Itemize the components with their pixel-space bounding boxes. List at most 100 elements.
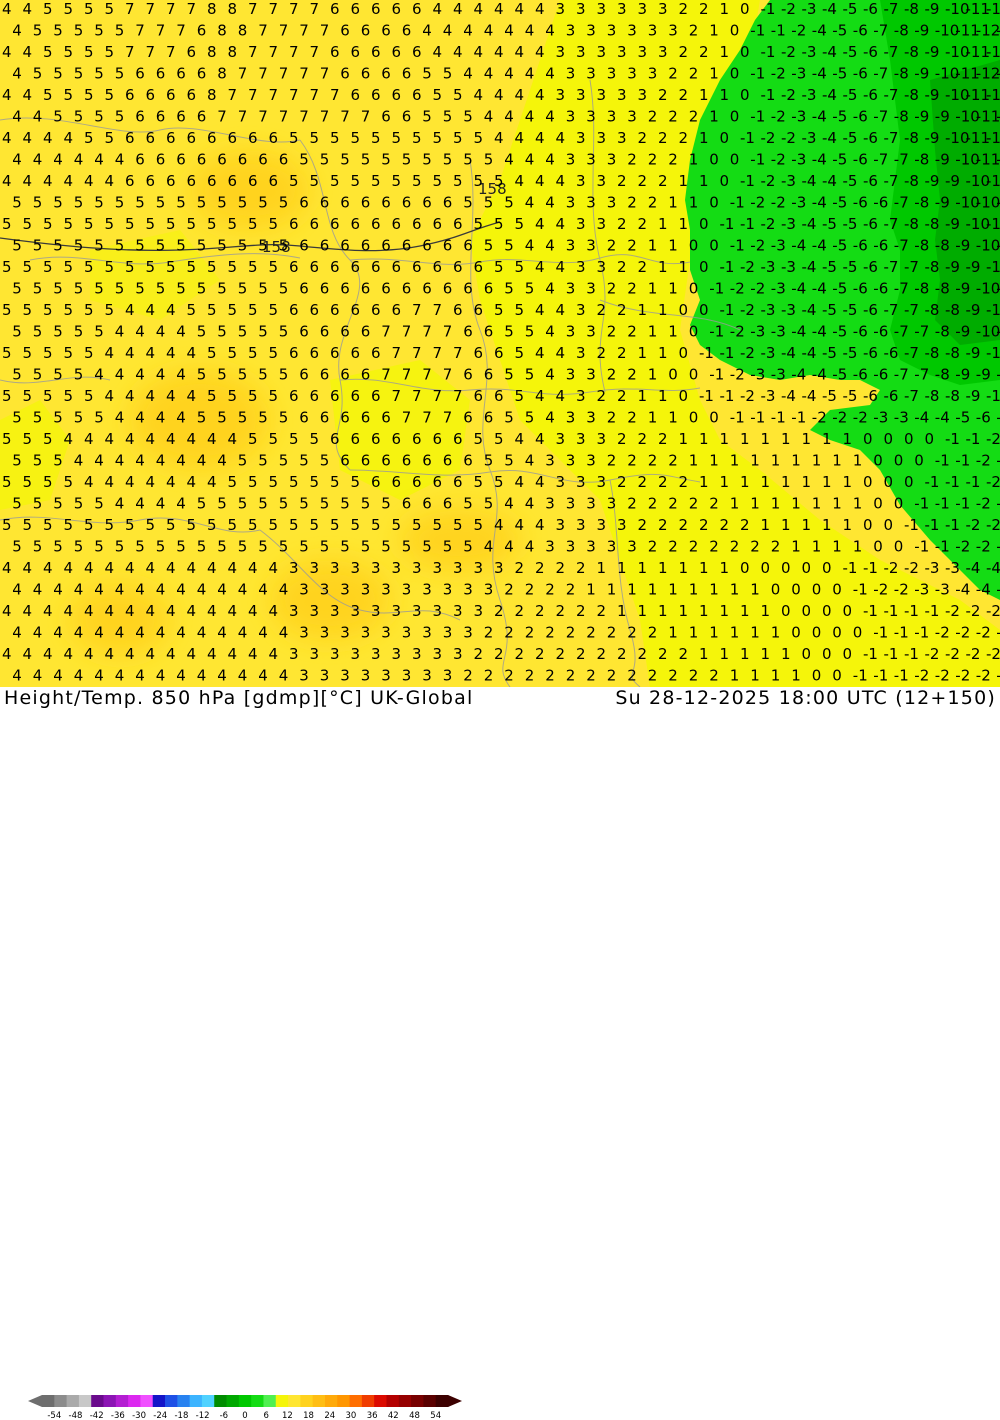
temperature-value: 1 <box>781 430 791 448</box>
temperature-value: -1 <box>873 667 888 685</box>
temperature-value: 5 <box>310 129 320 147</box>
temperature-value: 6 <box>361 323 371 341</box>
temperature-value: -2 <box>884 559 899 577</box>
temperature-value: 1 <box>679 430 689 448</box>
temperature-value: 6 <box>463 409 473 427</box>
temperature-value: -1 <box>750 22 765 40</box>
temperature-value: 0 <box>884 473 894 491</box>
temperature-value: 1 <box>658 602 668 620</box>
temperature-value: 4 <box>84 559 94 577</box>
temperature-value: 6 <box>381 452 391 470</box>
temperature-value: -9 <box>955 323 970 341</box>
temperature-value: 0 <box>884 516 894 534</box>
temperature-value: 2 <box>648 538 658 556</box>
temperature-value: 5 <box>228 258 238 276</box>
temperature-value: 8 <box>217 22 227 40</box>
temperature-value: -6 <box>873 237 888 255</box>
temperature-value: 5 <box>402 538 412 556</box>
temperature-value: 5 <box>43 43 53 61</box>
temperature-value: 3 <box>576 172 586 190</box>
temperature-value: -2 <box>750 237 765 255</box>
temperature-value: 3 <box>556 86 566 104</box>
temperature-value: 5 <box>381 538 391 556</box>
temperature-value: -8 <box>945 301 960 319</box>
temperature-value: 2 <box>617 387 627 405</box>
temperature-value: 4 <box>556 301 566 319</box>
temperature-value: 4 <box>135 323 145 341</box>
temperature-value: -7 <box>894 151 909 169</box>
temperature-value: 3 <box>597 43 607 61</box>
temperature-value: 4 <box>494 43 504 61</box>
legend-swatch <box>66 1395 80 1407</box>
temperature-value: 5 <box>279 452 289 470</box>
temperature-value: -6 <box>863 86 878 104</box>
temperature-value: 5 <box>94 409 104 427</box>
temperature-value: 0 <box>873 452 883 470</box>
temperature-value: 5 <box>33 65 43 83</box>
temperature-value: 6 <box>125 86 135 104</box>
temperature-value: 4 <box>105 430 115 448</box>
temperature-value: -1 <box>730 409 745 427</box>
temperature-value: 5 <box>84 43 94 61</box>
temperature-value: 0 <box>689 237 699 255</box>
temperature-value: -1 <box>699 344 714 362</box>
temperature-value: -8 <box>894 108 909 126</box>
temperature-value: -2 <box>935 624 950 642</box>
temperature-value: 6 <box>453 258 463 276</box>
temperature-value: 1 <box>832 538 842 556</box>
temperature-value: 5 <box>258 280 268 298</box>
temperature-value: 6 <box>463 452 473 470</box>
temperature-value: 4 <box>2 602 12 620</box>
temperature-value: 0 <box>781 602 791 620</box>
temperature-value: 5 <box>217 409 227 427</box>
temperature-value: 2 <box>658 129 668 147</box>
temperature-value: 6 <box>371 43 381 61</box>
temperature-value: 4 <box>2 43 12 61</box>
temperature-value: 4 <box>166 559 176 577</box>
temperature-value: 0 <box>863 473 873 491</box>
temperature-value: 7 <box>422 323 432 341</box>
temperature-value: -3 <box>781 215 796 233</box>
temperature-value: 7 <box>443 323 453 341</box>
temperature-value: 6 <box>330 258 340 276</box>
temperature-value: 6 <box>330 430 340 448</box>
temperature-value: 3 <box>668 22 678 40</box>
temperature-value: -8 <box>935 366 950 384</box>
temperature-value: -5 <box>822 344 837 362</box>
temperature-value: 4 <box>115 452 125 470</box>
temperature-value: 7 <box>381 323 391 341</box>
temperature-value: 6 <box>176 108 186 126</box>
temperature-value: 5 <box>248 473 258 491</box>
temperature-value: 0 <box>709 151 719 169</box>
temperature-value: 5 <box>248 430 258 448</box>
temperature-value: 6 <box>248 172 258 190</box>
temperature-value: 3 <box>330 602 340 620</box>
temperature-value: -9 <box>935 151 950 169</box>
temperature-value: 5 <box>504 280 514 298</box>
temperature-value: 5 <box>33 323 43 341</box>
temperature-value: -6 <box>853 22 868 40</box>
temperature-value: 4 <box>146 430 156 448</box>
temperature-value: -2 <box>853 409 868 427</box>
temperature-value: 3 <box>576 516 586 534</box>
temperature-value: 0 <box>720 129 730 147</box>
temperature-value: 5 <box>156 237 166 255</box>
temperature-value: 3 <box>648 22 658 40</box>
temperature-value: 6 <box>361 194 371 212</box>
temperature-value: 5 <box>43 258 53 276</box>
temperature-value: 2 <box>515 645 525 663</box>
temperature-value: 2 <box>638 215 648 233</box>
temperature-value: 6 <box>433 215 443 233</box>
temperature-value: 7 <box>289 86 299 104</box>
temperature-value: -4 <box>812 65 827 83</box>
temperature-value: 6 <box>453 473 463 491</box>
temperature-value: 2 <box>494 645 504 663</box>
temperature-value: 0 <box>689 409 699 427</box>
temperature-value: 3 <box>310 645 320 663</box>
temperature-value: -3 <box>791 151 806 169</box>
temperature-value: 3 <box>556 516 566 534</box>
temperature-value: 2 <box>679 129 689 147</box>
temperature-value: -8 <box>914 194 929 212</box>
temperature-value: 5 <box>84 301 94 319</box>
temperature-value: 0 <box>791 624 801 642</box>
